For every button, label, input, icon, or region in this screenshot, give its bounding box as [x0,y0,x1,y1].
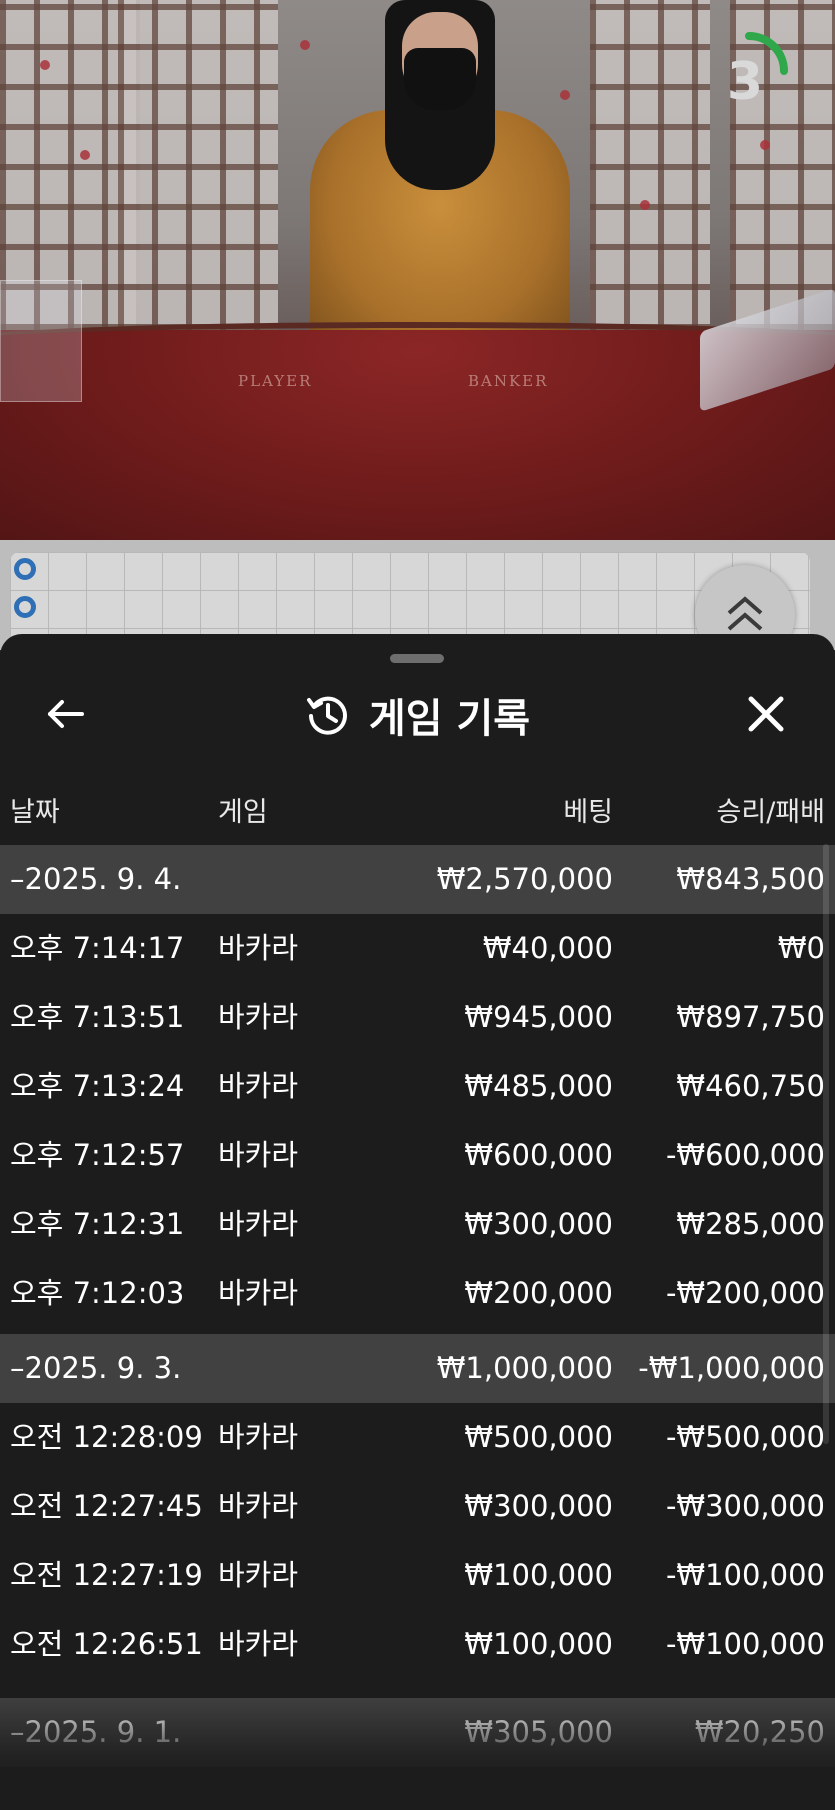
history-clock-icon [306,696,347,735]
row-time: 오후 7:13:24 [10,1069,185,1103]
table-row[interactable]: 오후 7:12:31 바카라 ₩300,000 ₩285,000 [0,1190,835,1259]
row-result: ₩0 [777,931,825,965]
row-result: -₩500,000 [665,1420,825,1454]
table-row[interactable]: 오전 12:27:45 바카라 ₩300,000 -₩300,000 [0,1472,835,1541]
group-date: –2025. 9. 4. [10,862,182,896]
row-bet: ₩600,000 [464,1138,613,1172]
table-row[interactable]: 오후 7:13:24 바카라 ₩485,000 ₩460,750 [0,1052,835,1121]
row-time: 오전 12:27:45 [10,1489,203,1523]
table-row[interactable]: 오후 7:13:51 바카라 ₩945,000 ₩897,750 [0,983,835,1052]
row-game: 바카라 [218,1138,299,1172]
row-result: -₩200,000 [665,1276,825,1310]
group-bet-total: ₩2,570,000 [436,862,613,896]
column-header-game: 게임 [218,797,268,828]
row-time: 오후 7:14:17 [10,931,185,965]
group-bet-total: ₩1,000,000 [436,1351,613,1385]
countdown-number: 3 [726,52,764,112]
row-game: 바카라 [218,1000,299,1034]
date-group-row[interactable]: –2025. 9. 3. ₩1,000,000 -₩1,000,000 [0,1334,835,1403]
row-time: 오후 7:13:51 [10,1000,185,1034]
folding-screen-center-left [118,0,278,330]
group-date: –2025. 9. 1. [10,1715,182,1749]
group-result-total: ₩20,250 [694,1715,825,1749]
blossom-decoration [760,140,770,150]
row-time: 오후 7:12:31 [10,1207,185,1241]
row-game: 바카라 [218,1069,299,1103]
table-label-player: PLAYER [238,372,313,390]
folding-screen-center-right [590,0,710,330]
row-bet: ₩300,000 [464,1489,613,1523]
table-row[interactable]: 오후 7:14:17 바카라 ₩40,000 ₩0 [0,914,835,983]
blossom-decoration [40,60,50,70]
row-result: -₩600,000 [665,1138,825,1172]
row-game: 바카라 [218,1276,299,1310]
dealer-mask [404,48,476,110]
table-row[interactable]: 오전 12:28:09 바카라 ₩500,000 -₩500,000 [0,1403,835,1472]
row-time: 오전 12:27:19 [10,1558,203,1592]
table-label-banker: BANKER [468,372,549,390]
row-bet: ₩500,000 [464,1420,613,1454]
group-result-total: ₩843,500 [676,862,825,896]
row-result: ₩285,000 [676,1207,825,1241]
close-icon [748,696,784,732]
road-circle [14,558,36,580]
row-bet: ₩945,000 [464,1000,613,1034]
group-result-total: -₩1,000,000 [638,1351,825,1385]
blossom-decoration [560,90,570,100]
table-row[interactable]: 오전 12:26:51 바카라 ₩100,000 -₩100,000 [0,1610,835,1679]
group-date: –2025. 9. 3. [10,1351,182,1385]
row-time: 오후 7:12:57 [10,1138,185,1172]
scrollbar[interactable] [823,844,829,1444]
row-bet: ₩100,000 [464,1558,613,1592]
row-result: -₩300,000 [665,1489,825,1523]
game-history-sheet: 게임 기록 날짜 게임 베팅 승리/패배 –2025. 9. 4. ₩2,570… [0,634,835,1810]
row-game: 바카라 [218,1207,299,1241]
live-video-feed: PLAYER BANKER 3 [0,0,835,540]
row-game: 바카라 [218,1627,299,1661]
row-result: -₩100,000 [665,1558,825,1592]
group-bet-total: ₩305,000 [464,1715,613,1749]
row-time: 오전 12:26:51 [10,1627,203,1661]
sheet-header: 게임 기록 [0,684,835,746]
table-row[interactable]: 오후 7:12:57 바카라 ₩600,000 -₩600,000 [0,1121,835,1190]
blossom-decoration [300,40,310,50]
date-group-row[interactable]: –2025. 9. 4. ₩2,570,000 ₩843,500 [0,845,835,914]
discard-holder [0,280,82,402]
bead-road-grid [10,552,810,642]
column-header-date: 날짜 [10,797,60,828]
table-header: 날짜 게임 베팅 승리/패배 [0,790,835,836]
row-bet: ₩300,000 [464,1207,613,1241]
table-row[interactable]: 오전 12:27:19 바카라 ₩100,000 -₩100,000 [0,1541,835,1610]
row-bet: ₩200,000 [464,1276,613,1310]
page-title: 게임 기록 [368,696,531,742]
date-group-row[interactable]: –2025. 9. 1. ₩305,000 ₩20,250 [0,1698,835,1767]
row-time: 오전 12:28:09 [10,1420,203,1454]
column-header-result: 승리/패배 [716,797,825,828]
row-result: ₩897,750 [676,1000,825,1034]
row-result: -₩100,000 [665,1627,825,1661]
row-bet: ₩40,000 [482,931,613,965]
row-game: 바카라 [218,931,299,965]
drag-handle[interactable] [390,654,444,663]
row-result: ₩460,750 [676,1069,825,1103]
blossom-decoration [640,200,650,210]
chevron-double-up-icon [727,596,763,631]
close-button[interactable] [738,686,794,742]
row-bet: ₩485,000 [464,1069,613,1103]
row-game: 바카라 [218,1489,299,1523]
blossom-decoration [80,150,90,160]
road-circle [14,596,36,618]
row-game: 바카라 [218,1558,299,1592]
table-row[interactable]: 오후 7:12:03 바카라 ₩200,000 -₩200,000 [0,1259,835,1328]
row-bet: ₩100,000 [464,1627,613,1661]
row-game: 바카라 [218,1420,299,1454]
row-time: 오후 7:12:03 [10,1276,185,1310]
column-header-bet: 베팅 [563,797,613,828]
